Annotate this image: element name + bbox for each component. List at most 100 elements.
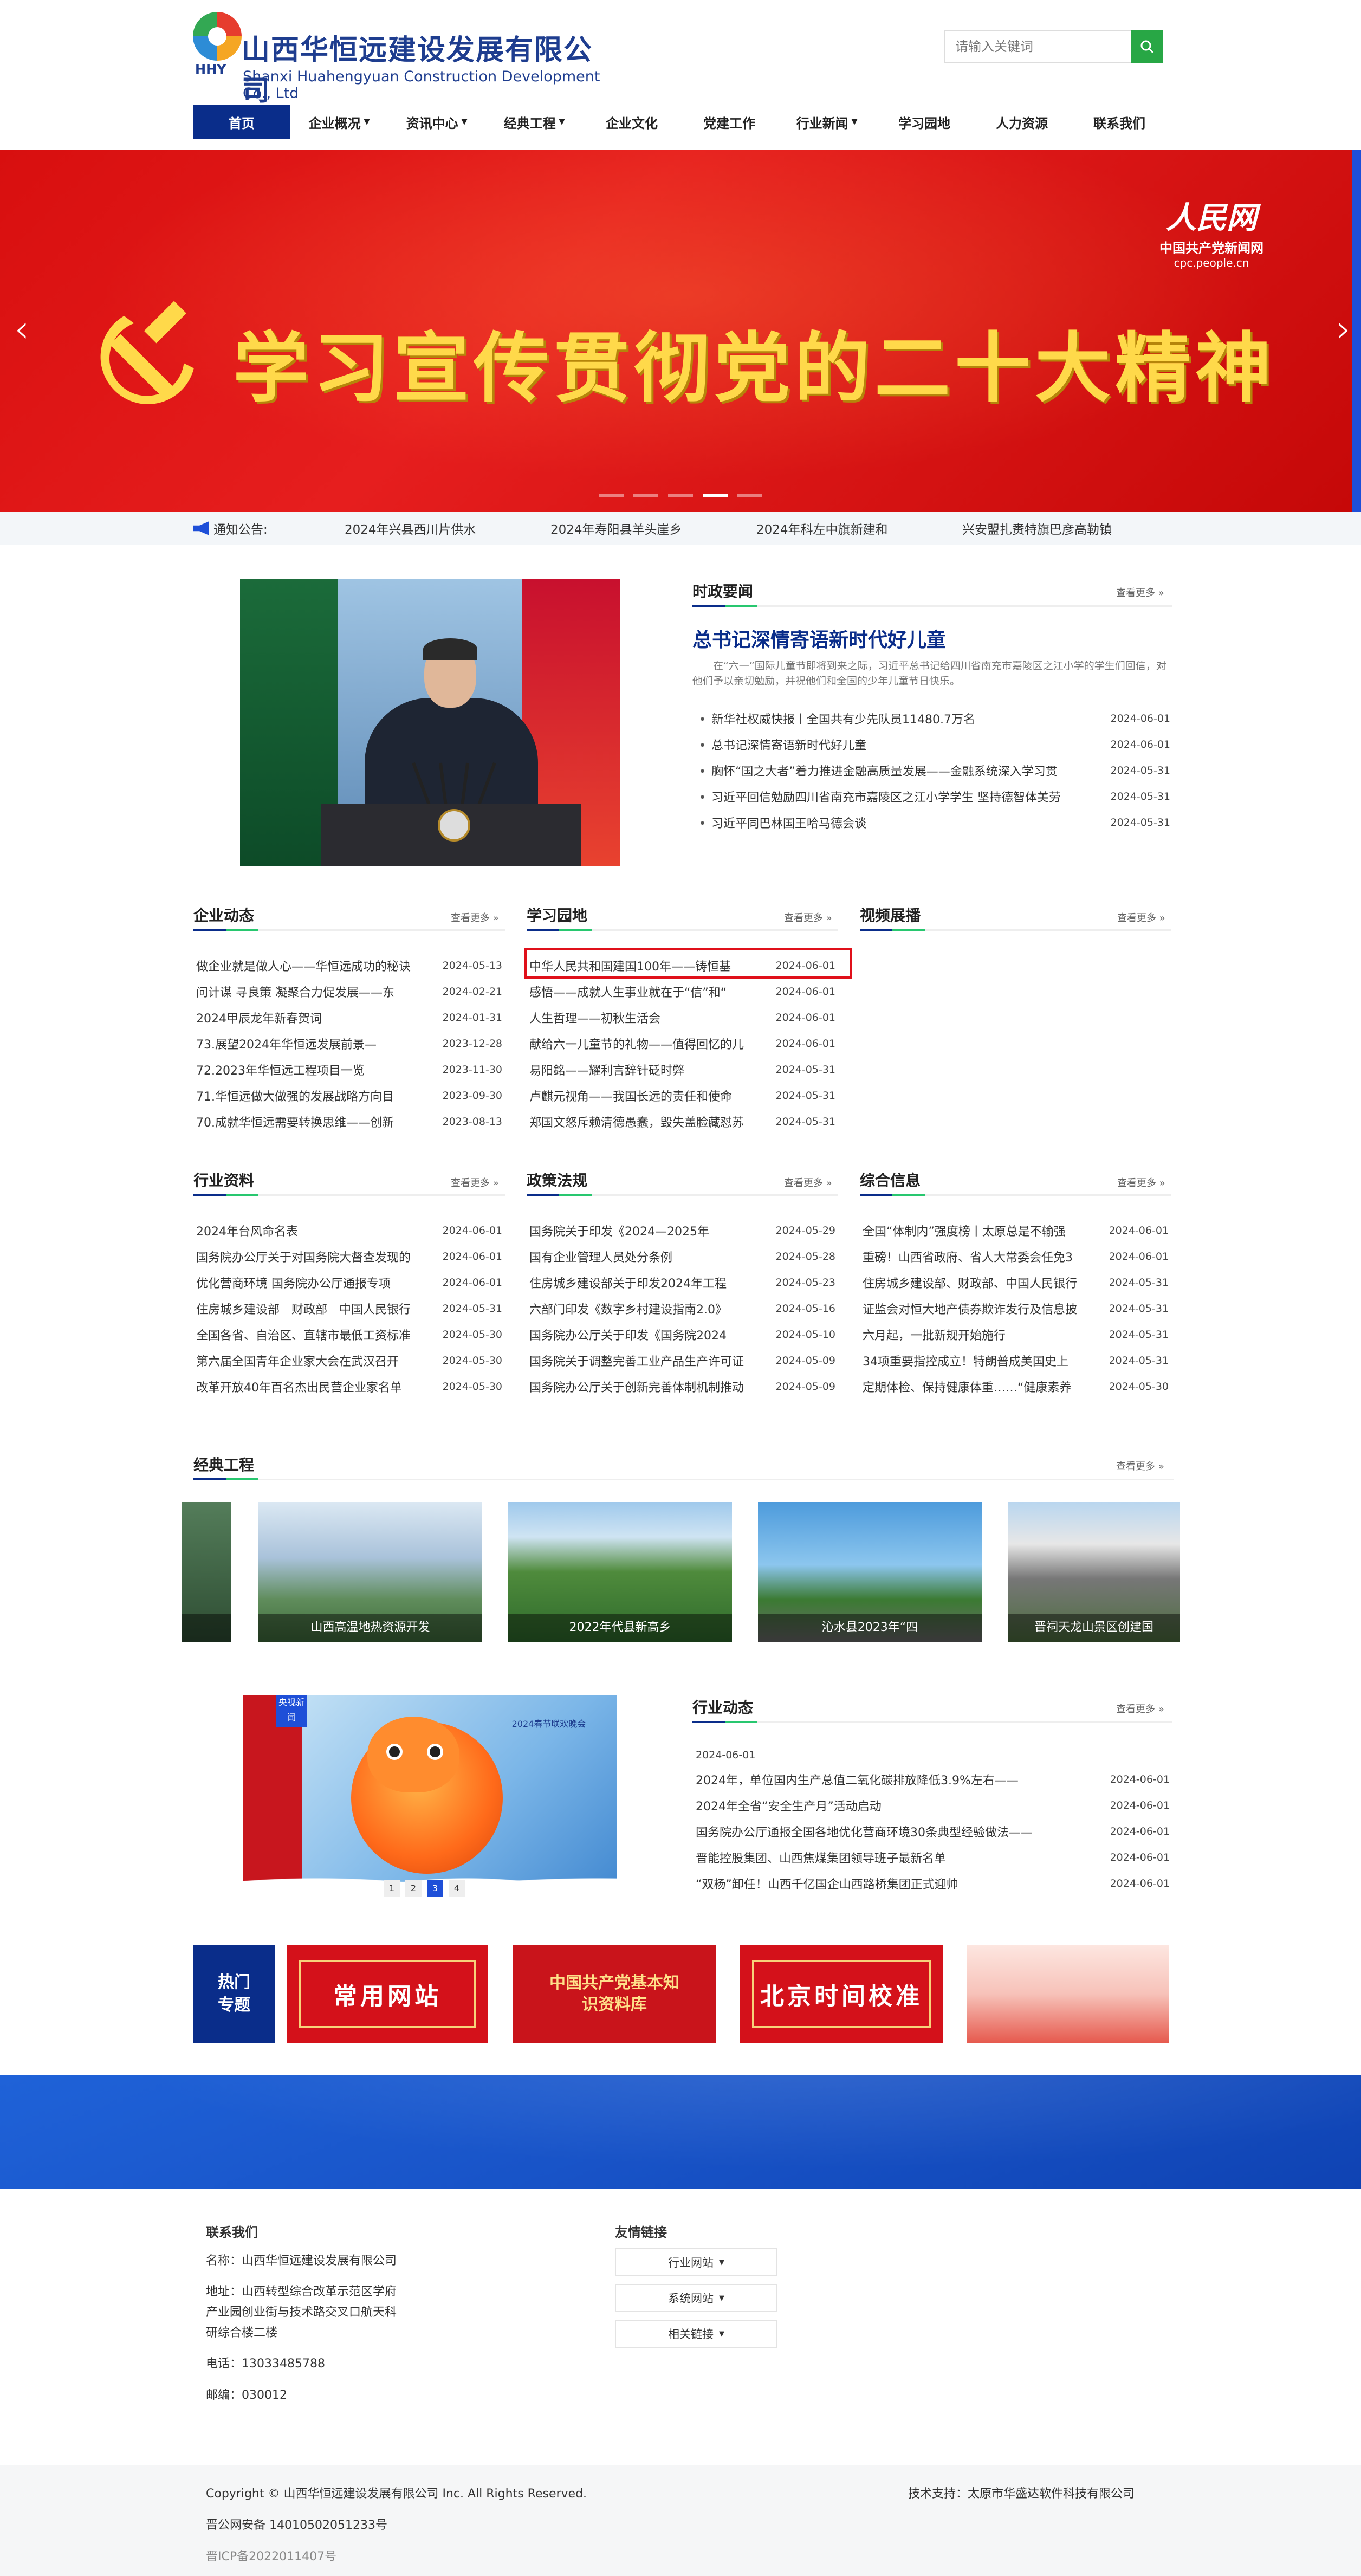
list-item[interactable]: 国务院办公厅关于对国务院大督查发现的 2024-06-01	[196, 1244, 502, 1270]
list-item[interactable]: 献给六一儿童节的礼物——值得回忆的儿 2024-06-01	[529, 1031, 835, 1057]
nav-item-5[interactable]: 党建工作	[680, 105, 778, 139]
list-item[interactable]: 定期体检、保持健康体重……“健康素养 2024-05-30	[863, 1374, 1169, 1400]
list-item[interactable]: 全国各省、自治区、直辖市最低工资标准 2024-05-30	[196, 1322, 502, 1348]
list-item[interactable]: 人生哲理——初秋生活会 2024-06-01	[529, 1005, 835, 1031]
list-item[interactable]: 郑国文怒斥赖清德愚蠢，毁失盖脸藏怼苏 2024-05-31	[529, 1109, 835, 1135]
list-item[interactable]: 70.成就华恒远需要转换思维——创新 2023-08-13	[196, 1109, 502, 1135]
nav-item-6[interactable]: 行业新闻 ▼	[778, 105, 876, 139]
site-logo[interactable]: HHY 山西华恒远建设发展有限公司 Shanxi Huahengyuan Con…	[193, 12, 605, 107]
list-item[interactable]: 2024年台风命名表 2024-06-01	[196, 1218, 502, 1244]
hot-banner-beijing-time[interactable]: 北京时间校准	[740, 1945, 943, 2043]
news-more-link[interactable]: 查看更多 »	[1116, 585, 1164, 599]
nav-item-2[interactable]: 资讯中心 ▼	[388, 105, 485, 139]
list-item[interactable]: 习近平回信勉励四川省南充市嘉陵区之江小学学生 坚持德智体美劳 2024-05-31	[699, 784, 1170, 810]
list-item[interactable]: “双杨”卸任！山西千亿国企山西路桥集团正式迎帅 2024-06-01	[696, 1870, 1170, 1897]
list-item[interactable]: 国务院办公厅关于创新完善体制机制推动 2024-05-09	[529, 1374, 835, 1400]
project-card-1[interactable]: 山西高温地热资源开发	[258, 1502, 482, 1642]
nav-item-9[interactable]: 联系我们	[1071, 105, 1168, 139]
list-item[interactable]: 2024年全省“安全生产月”活动启动 2024-06-01	[696, 1792, 1170, 1818]
list-item[interactable]: 2024年，单位国内生产总值二氧化碳排放降低3.9%左右—— 2024-06-01	[696, 1766, 1170, 1792]
list-item[interactable]: 国务院关于调整完善工业产品生产许可证 2024-05-09	[529, 1348, 835, 1374]
list-item[interactable]: 做企业就是做人心——华恒远成功的秘诀 2024-05-13	[196, 953, 502, 979]
list-item[interactable]: 中华人民共和国建国100年——铸恒基 2024-06-01	[529, 953, 835, 979]
list-item[interactable]: 全国“体制内”强度榜丨太原总是不输强 2024-06-01	[863, 1218, 1169, 1244]
notice-item[interactable]: 2024年科左中旗新建和	[756, 519, 962, 538]
project-card-2[interactable]: 2022年代县新高乡	[508, 1502, 732, 1642]
banner-dot[interactable]	[737, 494, 762, 497]
list-item[interactable]: 六部门印发《数字乡村建设指南2.0》 2024-05-16	[529, 1296, 835, 1322]
list-item[interactable]: 住房城乡建设部、财政部、中国人民银行 2024-05-31	[863, 1270, 1169, 1296]
banner-prev-button[interactable]: ‹	[11, 307, 33, 351]
nav-item-7[interactable]: 学习园地	[876, 105, 973, 139]
banner-next-button[interactable]: ›	[1333, 307, 1354, 351]
col2-more-link[interactable]: 查看更多 »	[784, 910, 832, 924]
hero-banner[interactable]: 学习宣传贯彻党的二十大精神 人民网 中国共产党新闻网 cpc.people.cn…	[0, 150, 1361, 512]
icp-record[interactable]: 晋ICP备2022011407号	[206, 2547, 336, 2564]
list-item[interactable]: 卢麒元视角——我国长远的责任和使命 2024-05-31	[529, 1083, 835, 1109]
list-item[interactable]: 改革开放40年百名杰出民营企业家名单 2024-05-30	[196, 1374, 502, 1400]
friend-link-select[interactable]: 相关链接 ▼	[615, 2320, 777, 2348]
col3-more-link[interactable]: 查看更多 »	[1117, 910, 1165, 924]
friend-link-select[interactable]: 行业网站 ▼	[615, 2248, 777, 2276]
slider-page-button[interactable]: 2	[405, 1880, 422, 1897]
hot-banner-common-sites[interactable]: 常用网站	[287, 1945, 488, 2043]
tech-support-text[interactable]: 技术支持：太原市华盛达软件科技有限公司	[908, 2484, 1135, 2501]
project-card-4[interactable]: 晋祠天龙山景区创建国	[1008, 1502, 1180, 1642]
list-item[interactable]: 六月起，一批新规开始施行 2024-05-31	[863, 1322, 1169, 1348]
news-featured-image[interactable]	[240, 579, 620, 866]
nav-item-3[interactable]: 经典工程 ▼	[485, 105, 583, 139]
banner-dot[interactable]	[599, 494, 624, 497]
hot-banner-party-event[interactable]	[967, 1945, 1169, 2043]
banner-dot[interactable]	[633, 494, 658, 497]
search-input[interactable]	[944, 30, 1131, 63]
slider-page-button[interactable]: 4	[449, 1880, 465, 1897]
projects-more-link[interactable]: 查看更多 »	[1116, 1459, 1164, 1473]
col1-more-link[interactable]: 查看更多 »	[451, 910, 499, 924]
police-record[interactable]: 晋公网安备 14010502051233号	[206, 2515, 387, 2533]
nav-item-4[interactable]: 企业文化	[583, 105, 680, 139]
industry-slider[interactable]: 央视新闻 2024春节联欢晚会 1234	[243, 1695, 617, 1906]
banner-dot[interactable]	[703, 494, 728, 497]
list-item[interactable]: 感悟——成就人生事业就在于“信”和“ 2024-06-01	[529, 979, 835, 1005]
list-item[interactable]: 习近平同巴林国王哈马德会谈 2024-05-31	[699, 810, 1170, 836]
slider-page-button[interactable]: 1	[384, 1880, 400, 1897]
news-headline[interactable]: 总书记深情寄语新时代好儿童	[692, 624, 946, 652]
list-item[interactable]: 胸怀“国之大者”着力推进金融高质量发展——金融系统深入学习贯 2024-05-31	[699, 758, 1170, 784]
project-card-partial-left[interactable]	[182, 1502, 231, 1642]
nav-item-8[interactable]: 人力资源	[973, 105, 1071, 139]
list-item[interactable]: 新华社权威快报丨全国共有少先队员11480.7万名 2024-06-01	[699, 706, 1170, 732]
list-item[interactable]: 重磅！山西省政府、省人大常委会任免3 2024-06-01	[863, 1244, 1169, 1270]
col4-more-link[interactable]: 查看更多 »	[451, 1175, 499, 1189]
list-item[interactable]: 第六届全国青年企业家大会在武汉召开 2024-05-30	[196, 1348, 502, 1374]
search-button[interactable]	[1131, 30, 1163, 63]
list-item[interactable]: 73.展望2024年华恒远发展前景— 2023-12-28	[196, 1031, 502, 1057]
list-item[interactable]: 2024甲辰龙年新春贺词 2024-01-31	[196, 1005, 502, 1031]
slider-page-button[interactable]: 3	[427, 1880, 443, 1897]
list-item[interactable]: 国有企业管理人员处分条例 2024-05-28	[529, 1244, 835, 1270]
nav-item-1[interactable]: 企业概况 ▼	[290, 105, 388, 139]
list-item[interactable]: 国务院关于印发《2024—2025年 2024-05-29	[529, 1218, 835, 1244]
list-item[interactable]: 证监会对恒大地产债券欺诈发行及信息披 2024-05-31	[863, 1296, 1169, 1322]
col6-more-link[interactable]: 查看更多 »	[1117, 1175, 1165, 1189]
list-item[interactable]: 国务院办公厅通报全国各地优化营商环境30条典型经验做法—— 2024-06-01	[696, 1818, 1170, 1844]
notice-item[interactable]: 兴安盟扎赉特旗巴彦高勒镇	[962, 519, 1168, 538]
col5-more-link[interactable]: 查看更多 »	[784, 1175, 832, 1189]
banner-dot[interactable]	[668, 494, 693, 497]
friend-link-select[interactable]: 系统网站 ▼	[615, 2284, 777, 2312]
list-item[interactable]: 问计谋 寻良策 凝聚合力促发展——东 2024-02-21	[196, 979, 502, 1005]
project-card-3[interactable]: 沁水县2023年“四	[758, 1502, 982, 1642]
hot-banner-party-library[interactable]: 中国共产党基本知识资料库	[513, 1945, 716, 2043]
list-item[interactable]: 晋能控股集团、山西焦煤集团领导班子最新名单 2024-06-01	[696, 1844, 1170, 1870]
list-item[interactable]: 住房城乡建设部 财政部 中国人民银行 2024-05-31	[196, 1296, 502, 1322]
list-item[interactable]: 71.华恒远做大做强的发展战略方向目 2023-09-30	[196, 1083, 502, 1109]
list-item[interactable]: 易阳銘——耀利言辞针砭时弊 2024-05-31	[529, 1057, 835, 1083]
list-item[interactable]: 72.2023年华恒远工程项目一览 2023-11-30	[196, 1057, 502, 1083]
list-item[interactable]: 住房城乡建设部关于印发2024年工程 2024-05-23	[529, 1270, 835, 1296]
notice-item[interactable]: 2024年兴县西川片供水	[345, 519, 550, 538]
list-item[interactable]: 34项重要指控成立！特朗普成美国史上 2024-05-31	[863, 1348, 1169, 1374]
industry-more-link[interactable]: 查看更多 »	[1116, 1701, 1164, 1716]
list-item[interactable]: 总书记深情寄语新时代好儿童 2024-06-01	[699, 732, 1170, 758]
notice-item[interactable]: 2024年寿阳县羊头崖乡	[550, 519, 756, 538]
list-item[interactable]: 优化营商环境 国务院办公厅通报专项 2024-06-01	[196, 1270, 502, 1296]
list-item[interactable]: 国务院办公厅关于印发《国务院2024 2024-05-10	[529, 1322, 835, 1348]
